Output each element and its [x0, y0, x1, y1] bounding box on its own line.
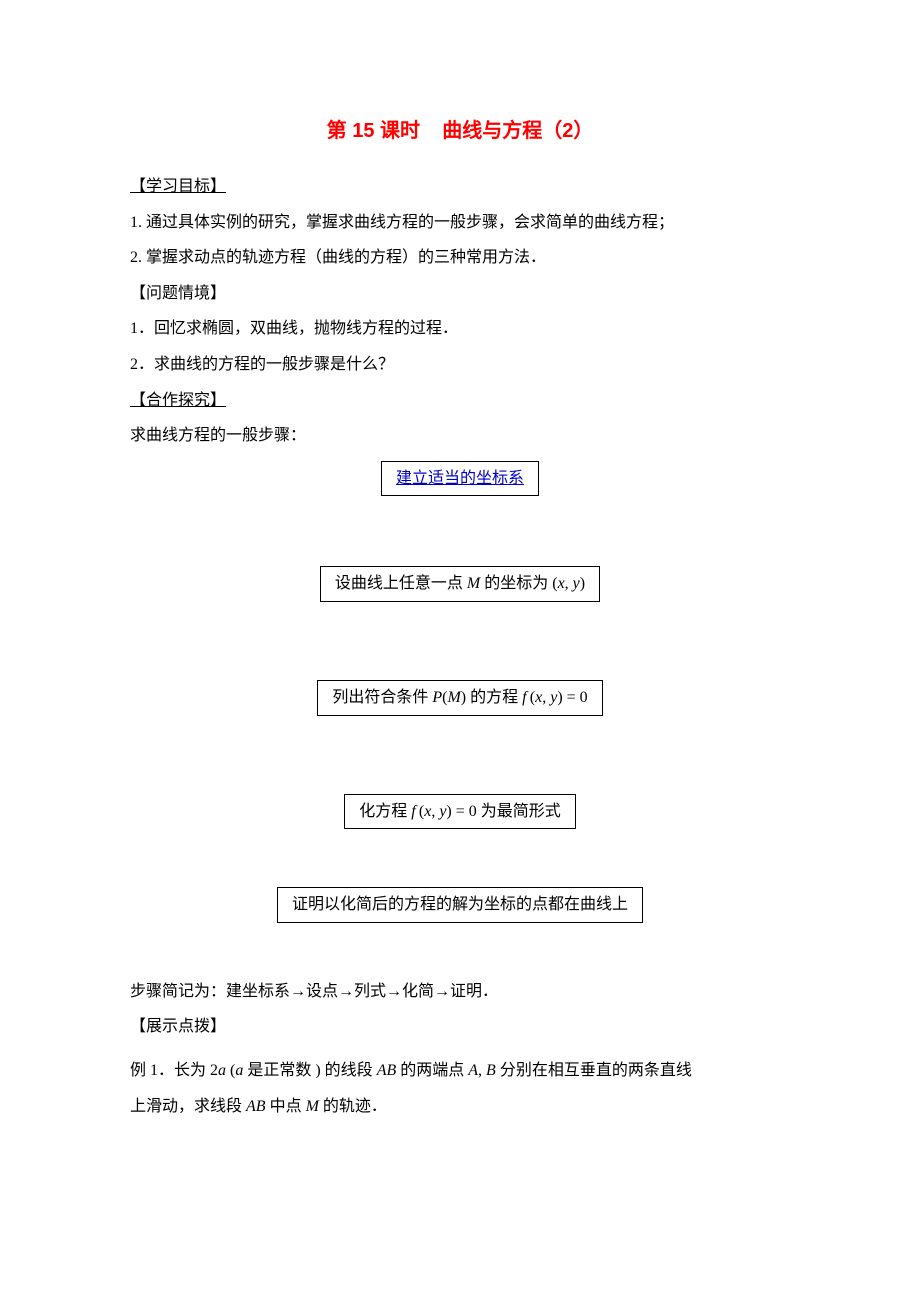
flow-gap	[130, 829, 790, 887]
ex1-mid2: 分别在相互垂直的两条直线	[496, 1062, 692, 1079]
flow-step-2-y: y	[573, 575, 580, 592]
ex1-comma: ,	[478, 1062, 486, 1079]
heading-demo-text: 【展示点拨】	[130, 1018, 226, 1035]
document-title: 第 15 课时 曲线与方程（2）	[130, 110, 790, 152]
ex1-mpt: M	[306, 1098, 319, 1115]
flow-step-4-post: 为最简形式	[477, 803, 561, 820]
flow-step-2-mid: 的坐标为 (	[480, 575, 557, 592]
flow-step-2: 设曲线上任意一点 M 的坐标为 (x, y)	[320, 566, 600, 602]
ex1-ab2: AB	[246, 1098, 266, 1115]
title-prefix: 第 15 课时	[327, 120, 420, 142]
ex1-prefix: 例 1．长为	[130, 1062, 210, 1079]
flow-gap	[130, 602, 790, 680]
heading-objectives: 【学习目标】	[130, 170, 790, 204]
objective-1: 1. 通过具体实例的研究，掌握求曲线方程的一般步骤，会求简单的曲线方程；	[130, 206, 790, 240]
heading-demo: 【展示点拨】	[130, 1010, 790, 1044]
ex1-l2pre: 上滑动，求线段	[130, 1098, 246, 1115]
flow-step-4-pre: 化方程	[359, 803, 411, 820]
flow-step-1: 建立适当的坐标系	[381, 461, 539, 497]
example-1-line-1: 例 1．长为 2a (a 是正常数 ) 的线段 AB 的两端点 A, B 分别在…	[130, 1054, 790, 1088]
heading-objectives-text: 【学习目标】	[130, 178, 226, 195]
ex1-popen: (	[226, 1062, 235, 1079]
flow-step-3-mid: 的方程	[466, 689, 522, 706]
summary-line: 步骤简记为：建坐标系→设点→列式→化简→证明．	[130, 975, 790, 1009]
document-page: 第 15 课时 曲线与方程（2） 【学习目标】 1. 通过具体实例的研究，掌握求…	[0, 0, 920, 1302]
example-1-line-2: 上滑动，求线段 AB 中点 M 的轨迹．	[130, 1090, 790, 1124]
flow-step-2-pre: 设曲线上任意一点	[335, 575, 467, 592]
flow-step-2-end: )	[580, 575, 585, 592]
flow-step-5-text: 证明以化简后的方程的解为坐标的点都在曲线上	[292, 896, 628, 913]
flow-step-3-pre: 列出符合条件	[332, 689, 432, 706]
situation-1: 1．回忆求椭圆，双曲线，抛物线方程的过程．	[130, 312, 790, 346]
flow-step-3: 列出符合条件 P(M) 的方程 f (x, y) = 0	[317, 680, 602, 716]
ex1-ptext: 是正常数 ) 的线段	[243, 1062, 376, 1079]
ex1-apt: A	[468, 1062, 478, 1079]
ex1-l2mid: 中点	[266, 1098, 306, 1115]
spacer	[130, 923, 790, 973]
flow-step-5: 证明以化简后的方程的解为坐标的点都在曲线上	[277, 887, 643, 923]
heading-situation-text: 【问题情境】	[130, 285, 226, 302]
flow-step-3-p: P	[432, 689, 442, 706]
ex1-mid1: 的两端点	[396, 1062, 468, 1079]
flow-step-4: 化方程 f (x, y) = 0 为最简形式	[344, 794, 576, 830]
ex1-ab1: AB	[377, 1062, 397, 1079]
heading-coop-text: 【合作探究】	[130, 392, 226, 409]
flow-step-2-sep: ,	[565, 575, 573, 592]
title-main: 曲线与方程（2）	[442, 120, 593, 142]
flow-step-3-m: M	[447, 689, 460, 706]
flow-step-2-x: x	[558, 575, 565, 592]
heading-situation: 【问题情境】	[130, 277, 790, 311]
flow-step-1-text: 建立适当的坐标系	[396, 470, 524, 487]
situation-2: 2．求曲线的方程的一般步骤是什么？	[130, 348, 790, 382]
flow-gap	[130, 716, 790, 794]
flowchart: 建立适当的坐标系 设曲线上任意一点 M 的坐标为 (x, y) 列出符合条件 P…	[130, 455, 790, 923]
ex1-l2end: 的轨迹．	[319, 1098, 387, 1115]
heading-coop: 【合作探究】	[130, 384, 790, 418]
coop-intro: 求曲线方程的一般步骤：	[130, 419, 790, 453]
ex1-bpt: B	[486, 1062, 496, 1079]
objective-2: 2. 掌握求动点的轨迹方程（曲线的方程）的三种常用方法．	[130, 241, 790, 275]
flow-gap	[130, 496, 790, 566]
